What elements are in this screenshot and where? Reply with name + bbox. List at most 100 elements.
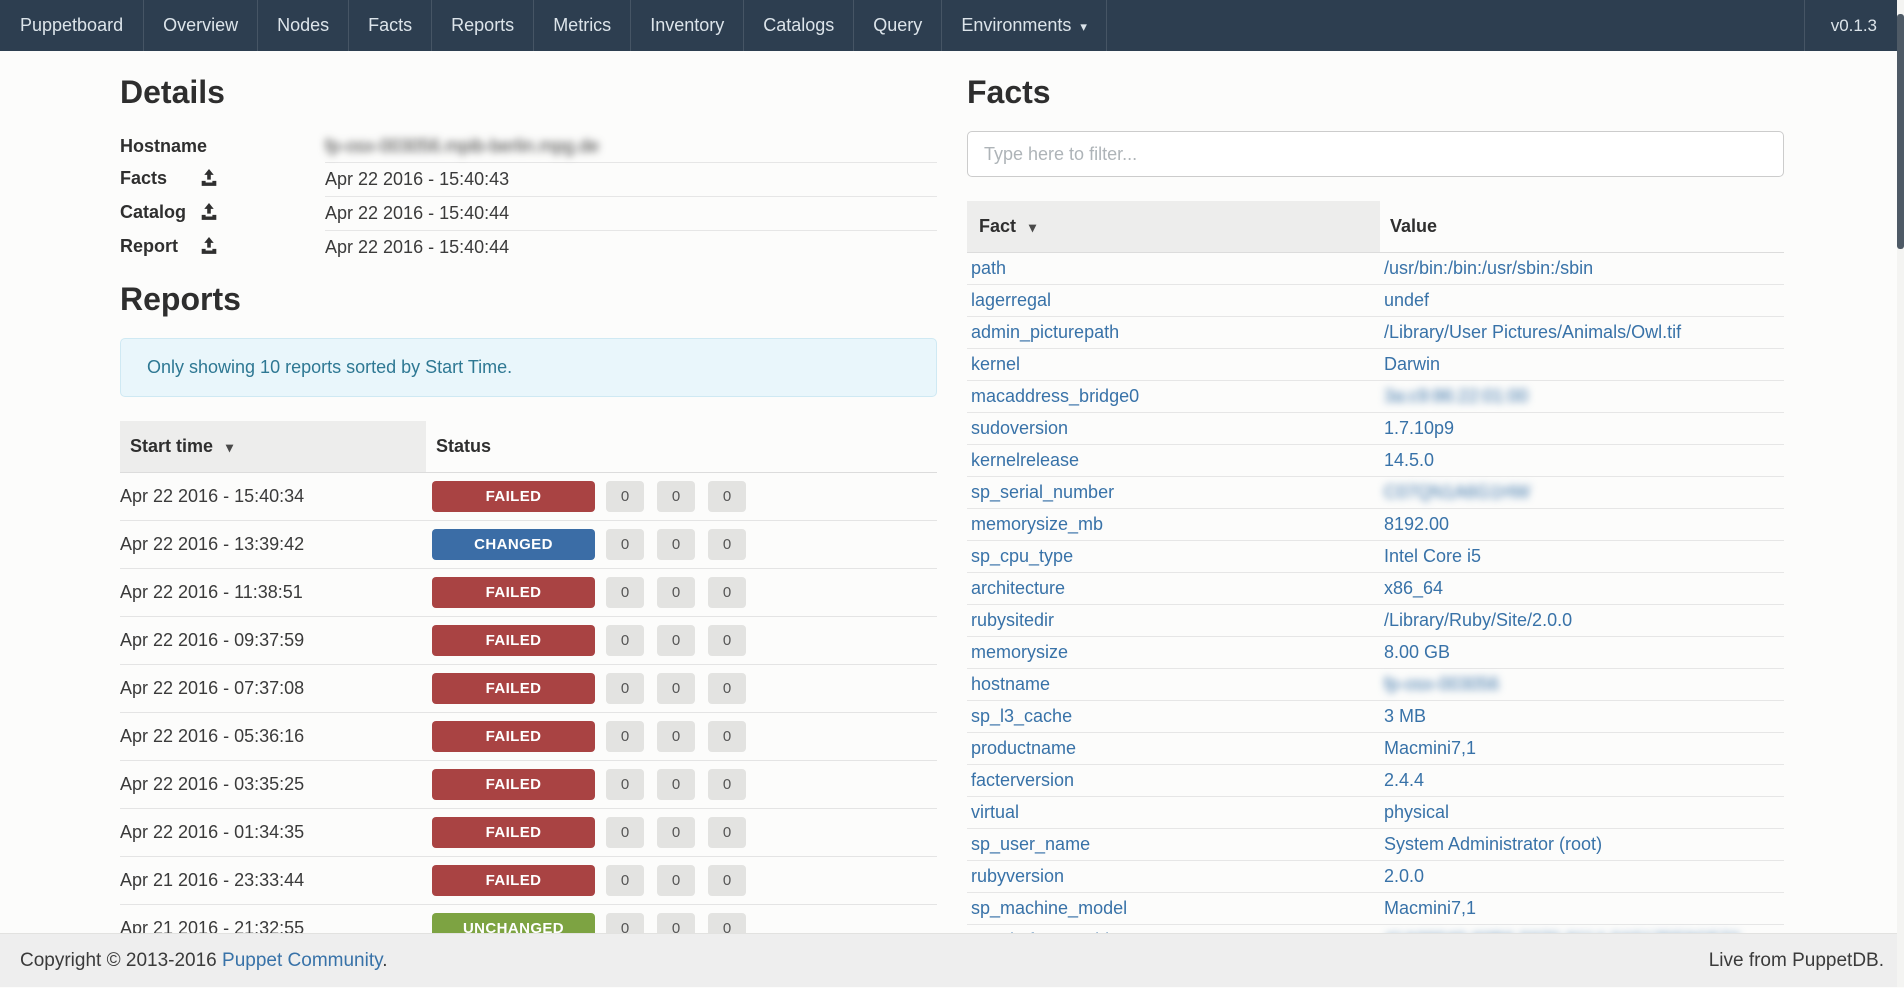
main-content: Details Hostname fp-osx-003056.mpib-berl…	[120, 51, 1784, 988]
fact-name-link[interactable]: rubysitedir	[971, 610, 1054, 630]
fact-value-link[interactable]: /Library/User Pictures/Animals/Owl.tif	[1384, 322, 1681, 342]
reports-sort-header-start-time[interactable]: Start time ▾	[120, 421, 426, 473]
puppet-community-link[interactable]: Puppet Community	[222, 950, 382, 971]
fact-row: rubyversion 2.0.0	[967, 861, 1784, 893]
fact-name-link[interactable]: productname	[971, 738, 1076, 758]
count-badge: 0	[606, 481, 644, 512]
fact-name-link[interactable]: hostname	[971, 674, 1050, 694]
fact-value-link[interactable]: x86_64	[1384, 578, 1443, 598]
right-column: Facts Fact ▾ Value path /usr/bin:/bin:/u…	[967, 74, 1784, 988]
fact-value-link[interactable]: physical	[1384, 802, 1449, 822]
detail-label: Catalog	[120, 202, 198, 223]
count-badge: 0	[708, 865, 746, 896]
fact-value-link[interactable]: undef	[1384, 290, 1429, 310]
facts-title: Facts	[967, 74, 1784, 111]
fact-name-link[interactable]: architecture	[971, 578, 1065, 598]
status-badge: FAILED	[432, 577, 595, 608]
fact-value-link[interactable]: fp-osx-003056	[1384, 674, 1499, 694]
scrollbar-thumb[interactable]	[1897, 14, 1904, 249]
fact-name-link[interactable]: sp_l3_cache	[971, 706, 1072, 726]
fact-value-link[interactable]: 3a:c9:86:22:01:00	[1384, 386, 1528, 406]
navbar-item[interactable]: Environments ▾	[942, 0, 1107, 51]
navbar-item[interactable]: Reports	[432, 0, 534, 51]
navbar-item-label: Nodes	[277, 15, 329, 36]
fact-name-link[interactable]: sp_serial_number	[971, 482, 1114, 502]
facts-sort-header-fact[interactable]: Fact ▾	[967, 201, 1380, 253]
count-badges: 000	[595, 673, 746, 704]
fact-name-link[interactable]: memorysize	[971, 642, 1068, 662]
fact-name-link[interactable]: macaddress_bridge0	[971, 386, 1139, 406]
navbar-spacer	[1107, 0, 1804, 51]
report-row: Apr 22 2016 - 05:36:16 FAILED 000	[120, 712, 937, 760]
copyright-years: Copyright © 2013-2016	[20, 950, 217, 971]
report-start-time: Apr 22 2016 - 05:36:16	[120, 712, 426, 760]
fact-value-link[interactable]: 2.4.4	[1384, 770, 1424, 790]
fact-value-link[interactable]: 8192.00	[1384, 514, 1449, 534]
navbar-item[interactable]: Nodes	[258, 0, 349, 51]
facts-header-value[interactable]: Value	[1380, 201, 1784, 253]
fact-name-link[interactable]: sp_machine_model	[971, 898, 1127, 918]
fact-name-link[interactable]: virtual	[971, 802, 1019, 822]
fact-name-link[interactable]: kernelrelease	[971, 450, 1079, 470]
upload-icon	[200, 169, 218, 192]
fact-value-link[interactable]: Intel Core i5	[1384, 546, 1481, 566]
fact-name-link[interactable]: admin_picturepath	[971, 322, 1119, 342]
navbar-item[interactable]: Inventory	[631, 0, 744, 51]
fact-value-link[interactable]: 1.7.10p9	[1384, 418, 1454, 438]
count-badge: 0	[606, 625, 644, 656]
fact-value-link[interactable]: 2.0.0	[1384, 866, 1424, 886]
fact-name-link[interactable]: memorysize_mb	[971, 514, 1103, 534]
navbar-brand[interactable]: Puppetboard	[0, 0, 144, 51]
fact-value-link[interactable]: Macmini7,1	[1384, 898, 1476, 918]
fact-name-link[interactable]: sudoversion	[971, 418, 1068, 438]
report-start-time: Apr 22 2016 - 03:35:25	[120, 760, 426, 808]
fact-row: facterversion 2.4.4	[967, 765, 1784, 797]
detail-value: Apr 22 2016 - 15:40:44	[325, 231, 937, 265]
fact-name-link[interactable]: facterversion	[971, 770, 1074, 790]
fact-value-link[interactable]: 14.5.0	[1384, 450, 1434, 470]
details-row: Catalog Apr 22 2016 - 15:40:44	[120, 197, 937, 231]
fact-value-link[interactable]: System Administrator (root)	[1384, 834, 1602, 854]
fact-value-link[interactable]: 8.00 GB	[1384, 642, 1450, 662]
fact-name-link[interactable]: kernel	[971, 354, 1020, 374]
fact-row: sp_user_name System Administrator (root)	[967, 829, 1784, 861]
facts-filter-input[interactable]	[967, 131, 1784, 177]
details-table: Hostname fp-osx-003056.mpib-berlin.mpg.d…	[120, 131, 937, 265]
navbar-item[interactable]: Overview	[144, 0, 258, 51]
navbar-item[interactable]: Query	[854, 0, 942, 51]
fact-row: macaddress_bridge0 3a:c9:86:22:01:00	[967, 381, 1784, 413]
count-badges: 000	[595, 865, 746, 896]
navbar-item[interactable]: Facts	[349, 0, 432, 51]
details-row: Report Apr 22 2016 - 15:40:44	[120, 231, 937, 265]
navbar-item-label: Catalogs	[763, 15, 834, 36]
fact-value-link[interactable]: Macmini7,1	[1384, 738, 1476, 758]
left-column: Details Hostname fp-osx-003056.mpib-berl…	[120, 74, 937, 988]
fact-name-link[interactable]: sp_cpu_type	[971, 546, 1073, 566]
fact-name-link[interactable]: rubyversion	[971, 866, 1064, 886]
navbar-item[interactable]: Metrics	[534, 0, 631, 51]
count-badge: 0	[708, 673, 746, 704]
report-row: Apr 22 2016 - 13:39:42 CHANGED 000	[120, 520, 937, 568]
fact-row: productname Macmini7,1	[967, 733, 1784, 765]
status-badge: FAILED	[432, 625, 595, 656]
fact-name-link[interactable]: path	[971, 258, 1006, 278]
fact-value-link[interactable]: C07QN1A6G1HW	[1384, 482, 1530, 502]
count-badges: 000	[595, 769, 746, 800]
count-badges: 000	[595, 817, 746, 848]
navbar-item-label: Environments	[961, 15, 1071, 36]
fact-value-link[interactable]: /usr/bin:/bin:/usr/sbin:/sbin	[1384, 258, 1593, 278]
reports-info-alert: Only showing 10 reports sorted by Start …	[120, 338, 937, 397]
count-badge: 0	[606, 721, 644, 752]
count-badge: 0	[657, 577, 695, 608]
navbar-item-label: Metrics	[553, 15, 611, 36]
fact-value-link[interactable]: /Library/Ruby/Site/2.0.0	[1384, 610, 1572, 630]
start-time-header-label: Start time	[130, 436, 213, 456]
fact-name-link[interactable]: sp_user_name	[971, 834, 1090, 854]
fact-name-link[interactable]: lagerregal	[971, 290, 1051, 310]
navbar-item[interactable]: Catalogs	[744, 0, 854, 51]
reports-header-status[interactable]: Status	[426, 421, 937, 473]
fact-value-link[interactable]: 3 MB	[1384, 706, 1426, 726]
fact-value-link[interactable]: Darwin	[1384, 354, 1440, 374]
navbar-item-label: Inventory	[650, 15, 724, 36]
count-badge: 0	[606, 817, 644, 848]
